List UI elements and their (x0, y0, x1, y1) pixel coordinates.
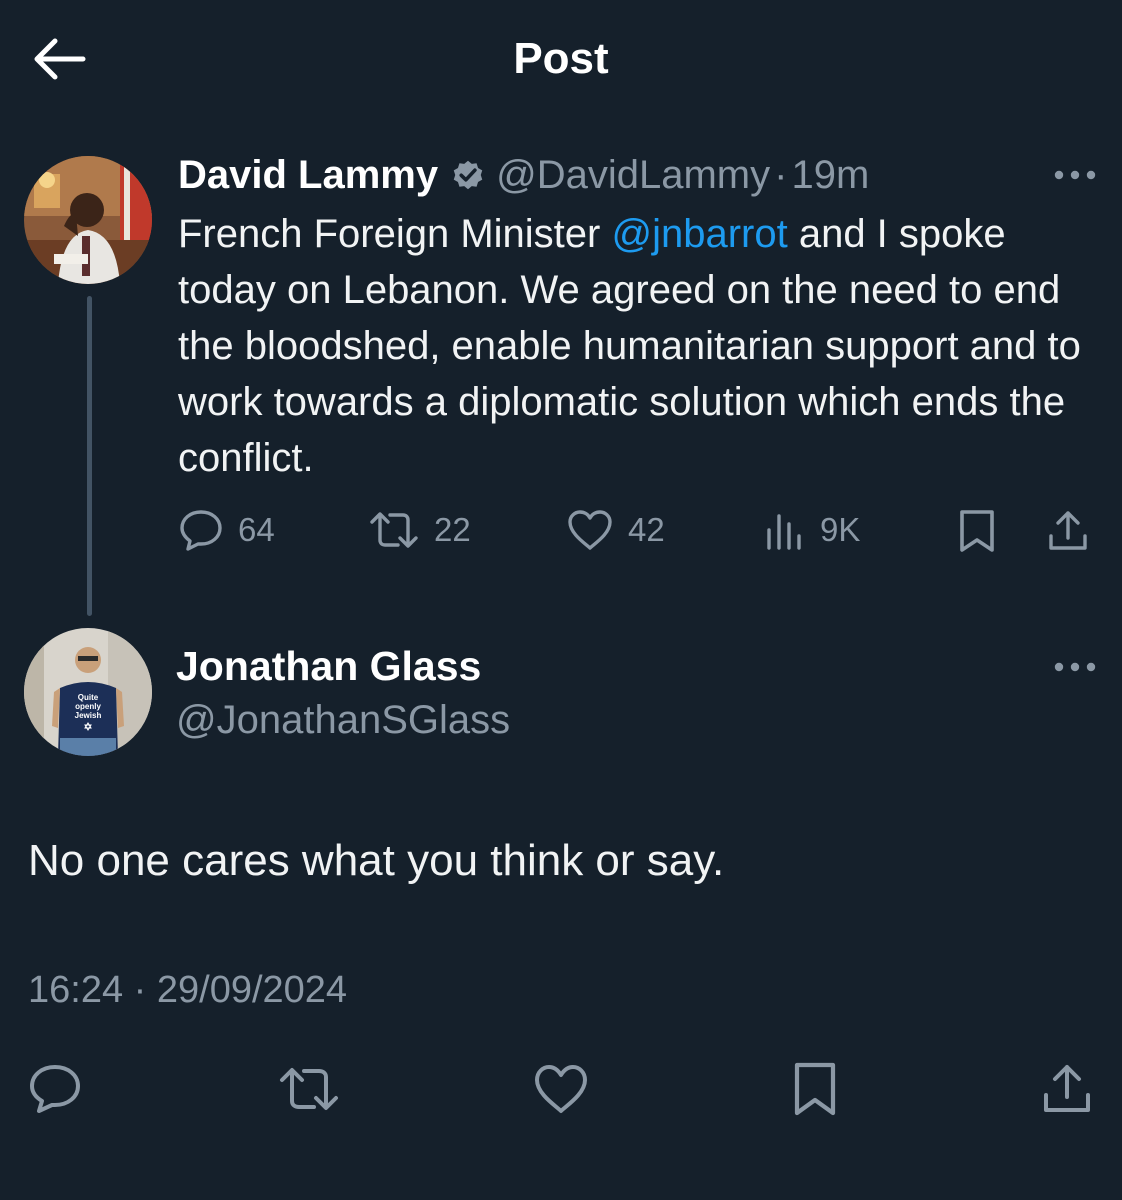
bookmark-button[interactable] (780, 1054, 850, 1124)
share-icon (1049, 511, 1087, 550)
more-horizontal-icon (1054, 662, 1096, 672)
views-count-button[interactable]: 9K (764, 508, 860, 552)
reply-count-button[interactable]: 64 (178, 508, 275, 552)
more-horizontal-icon (1054, 170, 1096, 180)
bookmark-icon (960, 510, 994, 552)
verified-badge-icon (450, 157, 486, 193)
comment-icon (30, 1065, 80, 1113)
reply-post-more-button[interactable] (1050, 652, 1100, 682)
page-title: Post (513, 34, 609, 83)
like-button[interactable] (526, 1054, 596, 1124)
reply-author-handle[interactable]: @JonathanSGlass (176, 694, 510, 746)
shirt-text-line: openly (75, 702, 101, 711)
share-button[interactable] (1032, 1054, 1102, 1124)
thread-connector-line (87, 296, 92, 616)
bookmark-icon (794, 1062, 836, 1116)
post-timestamp[interactable]: 16:24 · 29/09/2024 (28, 962, 347, 1018)
avatar-jonathan-glass[interactable]: Quite openly Jewish (24, 628, 152, 756)
shirt-text-line: Quite (78, 693, 99, 702)
author-display-name[interactable]: David Lammy (178, 150, 438, 200)
post-text-part: French Foreign Minister (178, 212, 612, 256)
share-icon (1044, 1065, 1090, 1112)
meta-separator: · (774, 153, 788, 197)
repost-count: 22 (434, 511, 471, 548)
comment-icon (180, 510, 222, 551)
reply-count: 64 (238, 511, 275, 548)
reply-post-text: No one cares what you think or say. (28, 836, 725, 885)
heart-icon (568, 510, 612, 550)
share-button[interactable] (1046, 508, 1090, 554)
shirt-text-line: Jewish (75, 711, 102, 720)
post-relative-time[interactable]: 19m (791, 150, 869, 200)
avatar-photo (24, 156, 152, 284)
reply-author-display-name[interactable]: Jonathan Glass (176, 640, 481, 692)
original-post-more-button[interactable] (1050, 160, 1100, 190)
author-handle[interactable]: @DavidLammy (496, 150, 770, 200)
repost-count-button[interactable]: 22 (368, 508, 471, 552)
like-count-button[interactable]: 42 (566, 508, 665, 552)
original-post-header: David Lammy @DavidLammy · 19m (178, 150, 869, 200)
like-count: 42 (628, 511, 665, 548)
avatar-photo: Quite openly Jewish (24, 628, 152, 756)
repost-icon (280, 1068, 338, 1110)
mention-link[interactable]: @jnbarrot (611, 212, 787, 256)
reply-button[interactable] (20, 1054, 90, 1124)
bookmark-button[interactable] (956, 508, 998, 554)
repost-icon (370, 512, 418, 548)
repost-button[interactable] (274, 1054, 344, 1124)
original-post-text: French Foreign Minister @jnbarrot and I … (178, 206, 1098, 486)
avatar-david-lammy[interactable] (24, 156, 152, 284)
views-bar-chart-icon (767, 514, 801, 550)
views-count: 9K (820, 511, 861, 548)
heart-icon (535, 1065, 587, 1113)
